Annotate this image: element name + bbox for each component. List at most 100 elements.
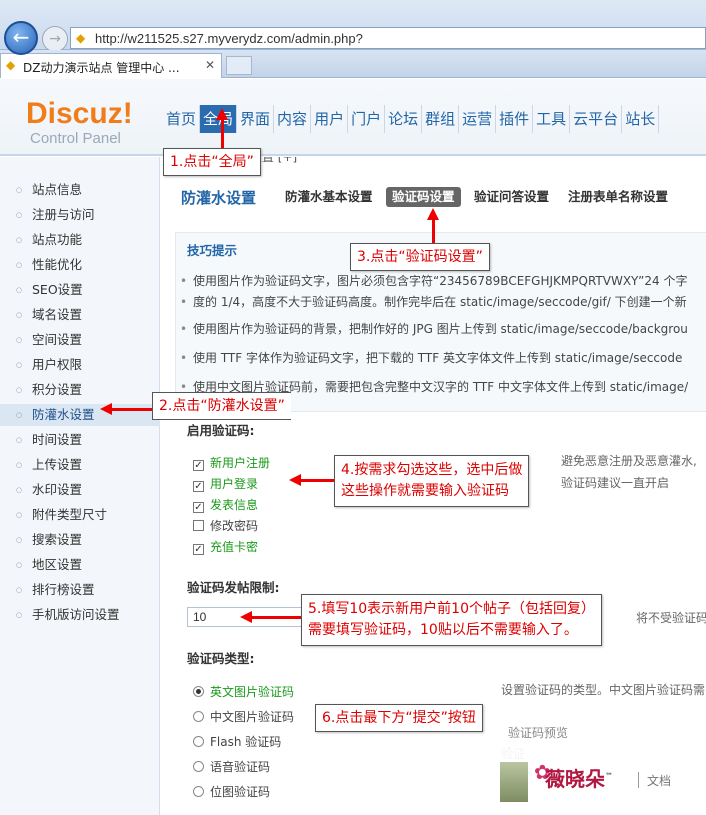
checkbox-label: 修改密码 (210, 519, 259, 533)
post-limit-hint: 将不受验证码 (636, 611, 706, 625)
nav-item[interactable]: 站长 (622, 105, 660, 133)
enable-hint: 验证码建议一直开启 (561, 476, 670, 490)
annotation-arrowhead (427, 208, 439, 220)
annotation-step-6: 6.点击最下方“提交”按钮 (315, 704, 483, 732)
sidebar-item[interactable]: 注册与访问 (0, 204, 160, 226)
captcha-type-hint: 设置验证码的类型。中文图片验证码需 (501, 683, 706, 697)
logo-subtitle: Control Panel (30, 130, 121, 147)
nav-item[interactable]: 群组 (422, 105, 460, 133)
nav-item[interactable]: 运营 (459, 105, 497, 133)
annotation-arrowhead (289, 474, 301, 486)
annotation-arrow (251, 616, 301, 619)
checkbox-label: 充值卡密 (210, 540, 259, 554)
annotation-arrow (300, 479, 334, 482)
checkbox[interactable]: ✓ (193, 460, 204, 471)
nav-item[interactable]: 云平台 (570, 105, 623, 133)
captcha-type-option[interactable]: Flash 验证码 (193, 732, 281, 752)
enable-captcha-option[interactable]: 修改密码 (193, 516, 258, 536)
annotation-arrowhead (100, 403, 112, 415)
trademark-mark: ™ (605, 771, 613, 781)
page-title: 防灌水设置 (181, 189, 257, 207)
captcha-type-option[interactable]: 语音验证码 (193, 757, 270, 777)
captcha-type-option[interactable]: 英文图片验证码 (193, 682, 294, 702)
tab-register-form-settings[interactable]: 注册表单名称设置 (568, 187, 668, 207)
browser-toolbar: ← → ◆ http://w211525.s27.myverydz.com/ad… (0, 0, 706, 55)
enable-captcha-option[interactable]: ✓ 充值卡密 (193, 537, 258, 557)
captcha-type-option[interactable]: 中文图片验证码 (193, 707, 294, 727)
nav-item[interactable]: 论坛 (385, 105, 423, 133)
annotation-arrow (221, 119, 224, 149)
tip-line: 度的 1/4，高度不大于验证码高度。制作完毕后在 static/image/se… (180, 291, 706, 313)
sidebar-item[interactable]: 站点功能 (0, 229, 160, 251)
enable-captcha-option[interactable]: ✓ 新用户注册 (193, 453, 270, 473)
back-button[interactable]: ← (4, 21, 38, 55)
preview-thumbnail (500, 762, 528, 802)
captcha-type-option[interactable]: 位图验证码 (193, 782, 270, 802)
annotation-arrow (111, 408, 153, 411)
checkbox[interactable]: ✓ (193, 502, 204, 513)
sidebar-item[interactable]: 地区设置 (0, 554, 160, 576)
checkbox-label: 用户登录 (210, 477, 259, 491)
tab-title: DZ动力演示站点 管理中心 ... (23, 61, 180, 75)
sidebar-item[interactable]: 时间设置 (0, 429, 160, 451)
sidebar-item[interactable]: 站点信息 (0, 179, 160, 201)
post-limit-label: 验证码发帖限制: (187, 580, 280, 595)
new-tab-button[interactable] (226, 56, 252, 75)
sidebar-item[interactable]: 水印设置 (0, 479, 160, 501)
annotation-step-4: 4.按需求勾选这些，选中后做 这些操作就需要输入验证码 (334, 455, 530, 507)
radio-button[interactable] (193, 761, 204, 772)
sidebar-item[interactable]: 积分设置 (0, 379, 160, 401)
tab-qa-settings[interactable]: 验证问答设置 (474, 187, 549, 207)
nav-item[interactable]: 用户 (311, 105, 349, 133)
forward-button[interactable]: → (42, 26, 68, 52)
tips-title: 技巧提示 (187, 243, 238, 258)
browser-tab[interactable]: ◆ DZ动力演示站点 管理中心 ... ✕ (0, 53, 222, 78)
enable-captcha-option[interactable]: ✓ 发表信息 (193, 495, 258, 515)
sidebar-item[interactable]: 手机版访问设置 (0, 604, 160, 626)
sidebar-item[interactable]: 上传设置 (0, 454, 160, 476)
annotation-step-2: 2.点击“防灌水设置” (152, 392, 291, 420)
checkbox[interactable]: ✓ (193, 481, 204, 492)
sidebar-item[interactable]: 搜索设置 (0, 529, 160, 551)
checkbox[interactable]: ✓ (193, 544, 204, 555)
annotation-step-5-line-2: 需要填写验证码，10贴以后不需要输入了。 (308, 622, 578, 638)
watermark-divider (638, 772, 639, 788)
radio-button[interactable] (193, 786, 204, 797)
radio-button[interactable] (193, 736, 204, 747)
nav-item[interactable]: 门户 (348, 105, 386, 133)
sidebar-item[interactable]: 域名设置 (0, 304, 160, 326)
watermark-brand-text: 薇晓朵 (545, 767, 605, 791)
tip-line: 使用图片作为验证码文字，图片必须包含字符“23456789BCEFGHJKMPQ… (180, 270, 706, 292)
sidebar-item[interactable]: 空间设置 (0, 329, 160, 351)
tab-captcha-settings[interactable]: 验证码设置 (386, 187, 461, 207)
radio-label: 中文图片验证码 (210, 710, 295, 724)
sidebar-item[interactable]: 性能优化 (0, 254, 160, 276)
captcha-preview-label: 验证码预览 (508, 726, 569, 740)
sidebar-item[interactable]: 用户权限 (0, 354, 160, 376)
enable-captcha-option[interactable]: ✓ 用户登录 (193, 474, 258, 494)
nav-item[interactable]: 工具 (533, 105, 571, 133)
checkbox-label: 新用户注册 (210, 456, 271, 470)
annotation-arrow (432, 218, 435, 244)
radio-button[interactable] (193, 686, 204, 697)
sidebar-item[interactable]: SEO设置 (0, 279, 160, 301)
tab-basic-settings[interactable]: 防灌水基本设置 (285, 187, 373, 207)
nav-item[interactable]: 内容 (274, 105, 312, 133)
captcha-type-label: 验证码类型: (187, 651, 255, 666)
nav-item[interactable]: 插件 (496, 105, 534, 133)
address-bar[interactable]: ◆ http://w211525.s27.myverydz.com/admin.… (70, 27, 706, 49)
enable-captcha-label: 启用验证码: (187, 423, 255, 438)
radio-button[interactable] (193, 711, 204, 722)
watermark-doc-label: 文档 (647, 774, 672, 788)
sidebar-item[interactable]: 排行榜设置 (0, 579, 160, 601)
annotation-step-1: 1.点击“全局” (163, 148, 261, 176)
radio-label: 语音验证码 (210, 760, 271, 774)
watermark-brand: 薇晓朵™ (545, 763, 613, 792)
nav-item[interactable]: 界面 (237, 105, 275, 133)
sidebar-item[interactable]: 附件类型尺寸 (0, 504, 160, 526)
tab-close-icon[interactable]: ✕ (205, 58, 215, 72)
tab-strip: ◆ DZ动力演示站点 管理中心 ... ✕ (0, 50, 706, 78)
nav-item[interactable]: 首页 (163, 105, 201, 133)
checkbox[interactable] (193, 520, 204, 531)
address-text[interactable]: http://w211525.s27.myverydz.com/admin.ph… (95, 31, 363, 46)
